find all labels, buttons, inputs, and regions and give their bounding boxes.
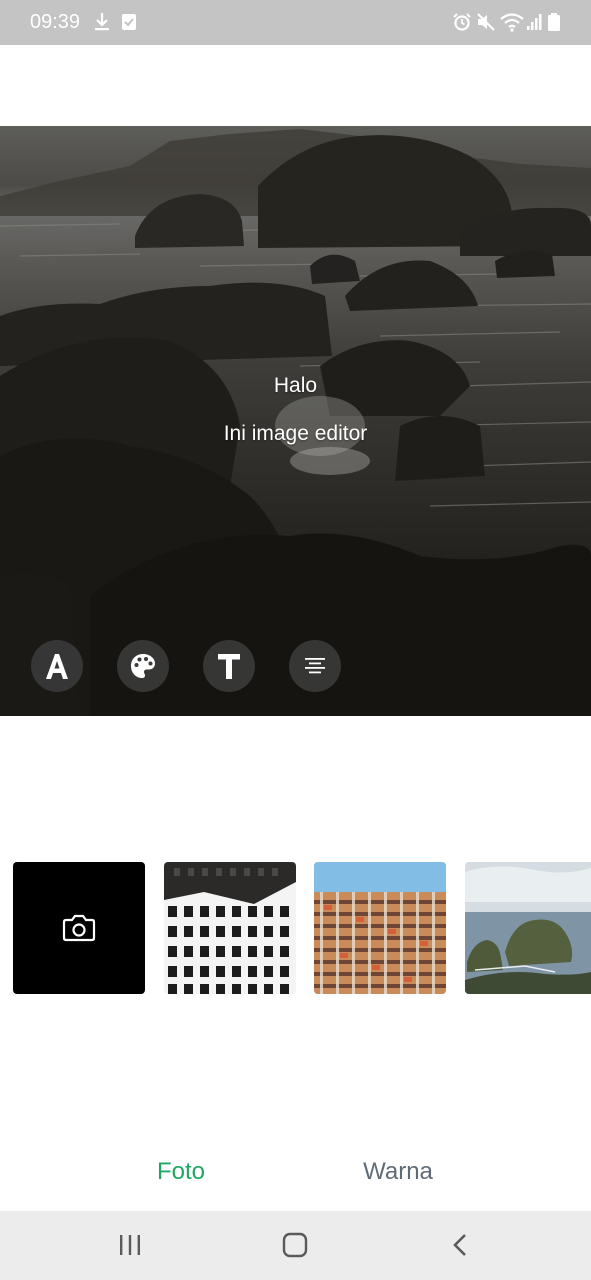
download-icon (95, 13, 109, 31)
text-align-button[interactable] (289, 640, 341, 692)
status-bar: 09:39 (0, 0, 591, 45)
navigation-bar (0, 1211, 591, 1280)
building-color-image (314, 862, 446, 994)
checklist-icon (122, 14, 136, 30)
recent-apps-icon[interactable] (118, 1231, 142, 1259)
overlay-text-title[interactable]: Halo (0, 374, 591, 398)
building-bw-image (164, 862, 296, 994)
alarm-icon (453, 13, 471, 31)
palette-icon (131, 654, 155, 678)
text-t-icon (218, 654, 240, 679)
status-time: 09:39 (30, 11, 81, 33)
tab-photo[interactable]: Foto (81, 1158, 281, 1186)
building-bw-thumbnail[interactable] (164, 862, 296, 994)
overlay-text-subtitle[interactable]: Ini image editor (0, 422, 591, 446)
sea-rocks-image (465, 862, 591, 994)
mute-icon (477, 13, 495, 31)
back-icon[interactable] (450, 1231, 470, 1259)
battery-icon (548, 13, 560, 31)
home-icon[interactable] (282, 1231, 308, 1259)
font-style-button[interactable] (31, 640, 83, 692)
camera-thumbnail[interactable] (13, 862, 145, 994)
background-photo (0, 129, 591, 716)
align-center-icon (305, 658, 325, 674)
sea-rocks-thumbnail[interactable] (465, 862, 591, 994)
tab-color[interactable]: Warna (298, 1158, 498, 1186)
font-a-icon (46, 654, 68, 679)
building-color-thumbnail[interactable] (314, 862, 446, 994)
signal-icon (527, 14, 542, 30)
text-style-button[interactable] (203, 640, 255, 692)
color-palette-button[interactable] (117, 640, 169, 692)
wifi-icon (500, 13, 524, 32)
image-editor-canvas[interactable]: Halo Ini image editor (0, 126, 591, 716)
camera-icon (62, 914, 96, 942)
